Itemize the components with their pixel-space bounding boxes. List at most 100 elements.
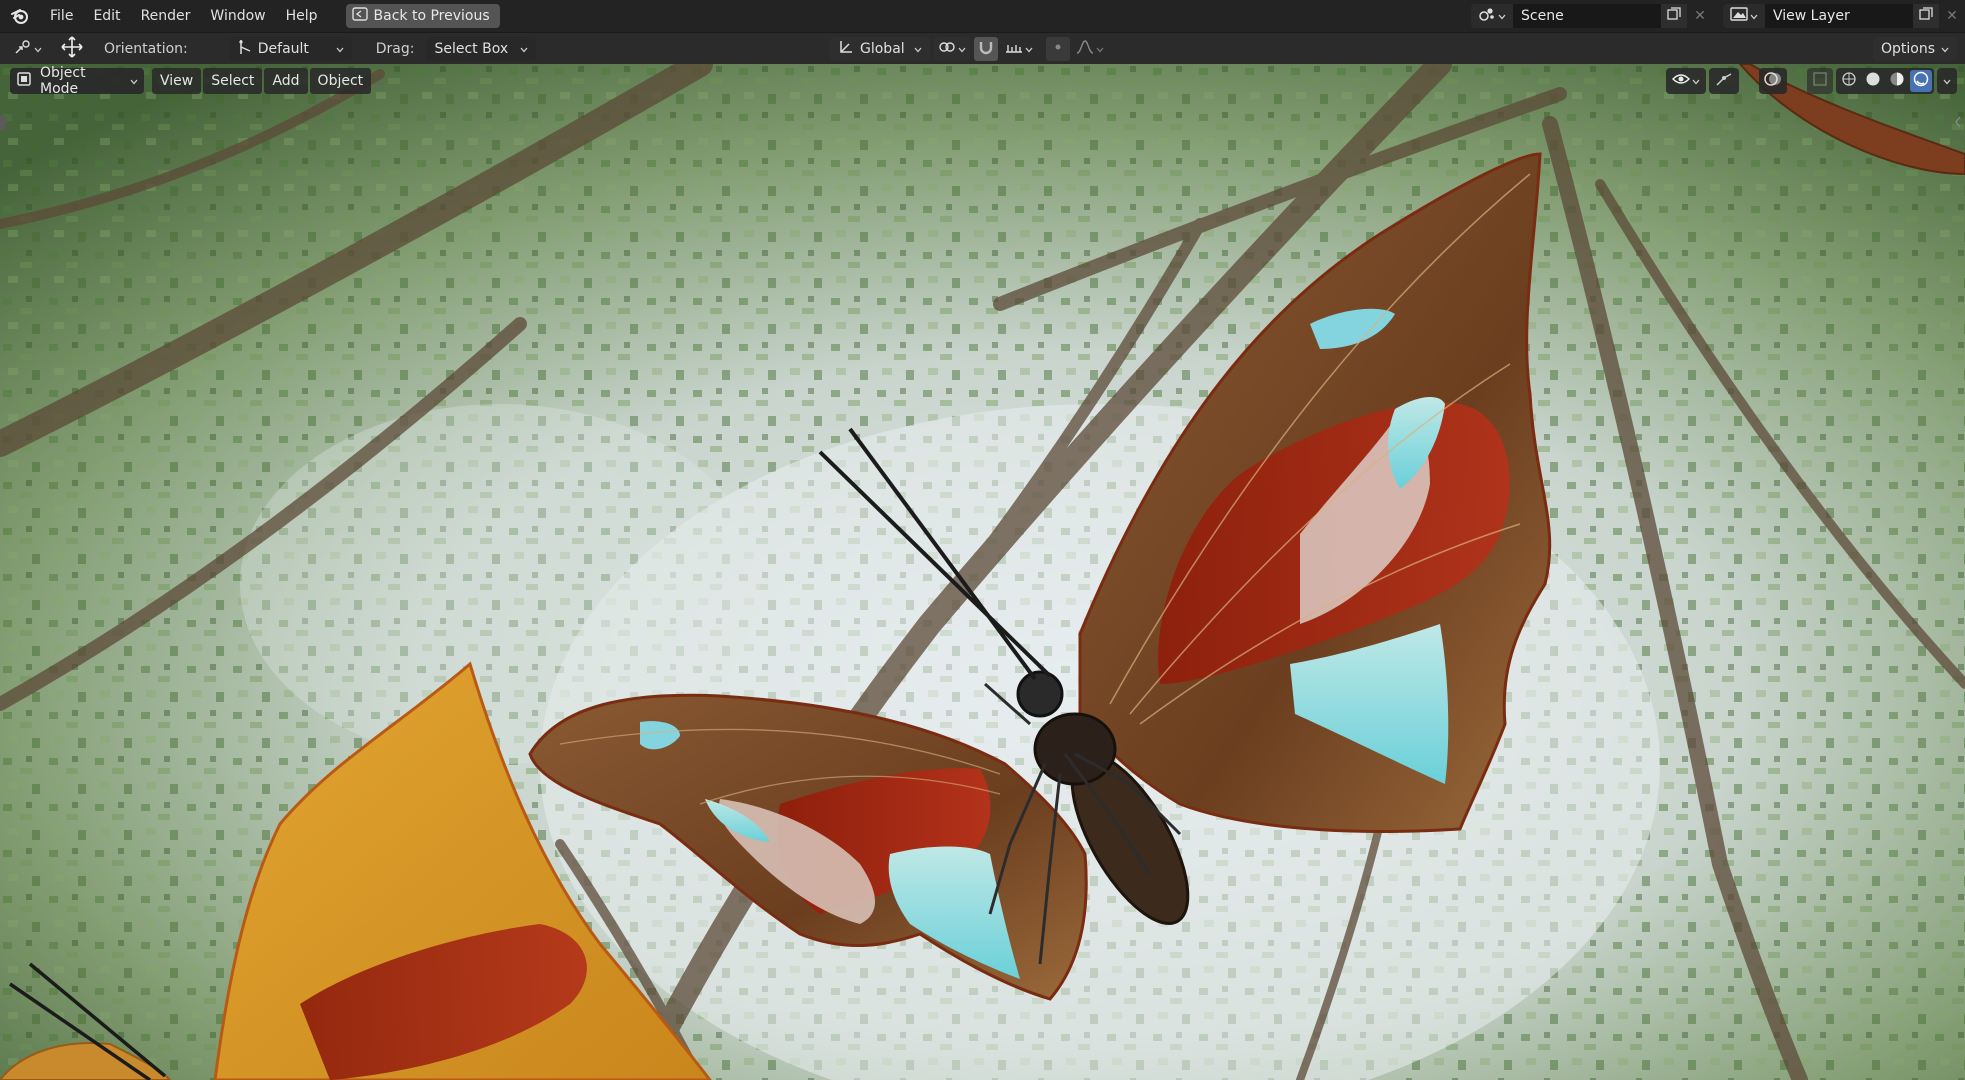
chevron-left-icon [1954, 116, 1962, 132]
orientation-value: Default [257, 40, 309, 57]
duplicate-icon [1667, 7, 1681, 25]
chevron-down-icon [34, 41, 42, 57]
orientation-label: Orientation: [104, 40, 188, 57]
tool-selector[interactable] [10, 37, 46, 61]
drag-label: Drag: [375, 40, 415, 57]
move-arrows-icon [61, 35, 83, 62]
rendered-shading-icon [1913, 71, 1929, 91]
global-axes-icon [838, 39, 854, 59]
view-layer-dropdown[interactable] [1723, 4, 1765, 28]
chevron-down-icon [1498, 8, 1506, 24]
gizmo-toggle[interactable] [1709, 68, 1739, 94]
close-icon: ✕ [1946, 8, 1958, 24]
viewport-menu-object[interactable]: Object [309, 68, 372, 94]
xray-icon [1813, 72, 1827, 90]
falloff-curve-icon [1076, 40, 1094, 58]
move-tool-button[interactable] [56, 35, 88, 62]
scene-icon [1478, 6, 1496, 26]
chevron-down-icon [1025, 41, 1033, 57]
new-scene-button[interactable] [1661, 4, 1687, 28]
gizmo-icon [1715, 71, 1733, 91]
pivot-icon [938, 39, 956, 59]
object-mode-label: Object Mode [40, 65, 86, 97]
orientation-axes-icon [238, 39, 252, 59]
scene-selectors: Scene ✕ View Layer ✕ [1471, 4, 1965, 28]
transform-orientation-value: Global [860, 41, 905, 57]
object-mode-dropdown[interactable]: Object Mode [10, 65, 144, 97]
blender-logo-icon[interactable] [0, 0, 40, 32]
chevron-down-icon [1941, 41, 1949, 57]
visibility-icon [1671, 72, 1691, 90]
snap-increment-icon [1005, 40, 1023, 58]
menu-help[interactable]: Help [276, 4, 328, 28]
3d-viewport[interactable]: Object Mode View Select Add Object [0, 64, 1965, 1080]
pivot-point-dropdown[interactable] [934, 37, 970, 61]
snap-toggle[interactable] [974, 37, 998, 61]
material-shading-button[interactable] [1886, 70, 1908, 92]
chevron-down-icon [1943, 73, 1951, 89]
transform-tool-icon [14, 39, 32, 59]
scene-name-field[interactable]: Scene [1513, 4, 1661, 28]
rendered-butterfly-scene [0, 64, 1965, 1080]
view-layer-name-field[interactable]: View Layer [1765, 4, 1913, 28]
menu-edit[interactable]: Edit [83, 4, 130, 28]
render-layer-icon [1730, 6, 1748, 26]
viewport-header: Object Mode View Select Add Object [10, 65, 372, 97]
solid-shading-icon [1865, 71, 1881, 91]
rendered-shading-button[interactable] [1910, 70, 1932, 92]
menu-window[interactable]: Window [200, 4, 275, 28]
menu-file[interactable]: File [40, 4, 83, 28]
viewport-menu-view[interactable]: View [152, 68, 202, 94]
snap-target-dropdown[interactable] [1002, 37, 1036, 61]
delete-scene-button[interactable]: ✕ [1687, 4, 1713, 28]
chevron-down-icon [520, 41, 528, 57]
shading-mode-group [1836, 68, 1934, 94]
material-shading-icon [1889, 71, 1905, 91]
viewport-display-controls [1666, 68, 1957, 94]
back-to-previous-button[interactable]: Back to Previous [345, 4, 500, 28]
visibility-dropdown[interactable] [1666, 68, 1706, 94]
back-icon [351, 7, 368, 25]
solid-shading-button[interactable] [1862, 70, 1884, 92]
wireframe-shading-icon [1841, 71, 1857, 91]
proportional-dot-icon [1052, 41, 1064, 57]
menu-render[interactable]: Render [131, 4, 201, 28]
overlay-toggle[interactable] [1759, 68, 1787, 94]
scene-selector: Scene ✕ [1471, 4, 1713, 28]
back-button-label: Back to Previous [373, 8, 490, 24]
shading-options-dropdown[interactable] [1937, 68, 1957, 94]
falloff-dropdown[interactable] [1074, 37, 1106, 61]
view-layer-selector: View Layer ✕ [1723, 4, 1965, 28]
new-view-layer-button[interactable] [1913, 4, 1939, 28]
transform-controls: Global [830, 37, 1106, 61]
sidebar-expand-arrow[interactable] [1953, 116, 1963, 132]
chevron-down-icon [1750, 8, 1758, 24]
xray-toggle[interactable] [1807, 68, 1833, 94]
viewport-menu-select[interactable]: Select [203, 68, 263, 94]
close-icon: ✕ [1694, 8, 1706, 24]
drag-value: Select Box [434, 40, 509, 57]
object-mode-icon [16, 71, 32, 91]
chevron-down-icon [1692, 73, 1700, 89]
chevron-down-icon [336, 41, 344, 57]
orientation-dropdown[interactable]: Default [229, 36, 352, 61]
scene-dropdown[interactable] [1471, 4, 1513, 28]
proportional-editing-toggle[interactable] [1046, 37, 1070, 61]
delete-view-layer-button[interactable]: ✕ [1939, 4, 1965, 28]
options-dropdown[interactable]: Options [1872, 37, 1957, 61]
viewport-menu-add[interactable]: Add [264, 68, 308, 94]
top-menu-bar: File Edit Render Window Help Back to Pre… [0, 0, 1965, 32]
chevron-down-icon [130, 73, 138, 89]
chevron-down-icon [958, 41, 966, 57]
drag-dropdown[interactable]: Select Box [426, 36, 537, 61]
duplicate-icon [1919, 7, 1933, 25]
options-label: Options [1880, 41, 1935, 57]
tool-header: Orientation: Default Drag: Select Box Gl… [0, 32, 1965, 64]
transform-orientation-dropdown[interactable]: Global [830, 37, 930, 61]
toolbar-collapse-handle[interactable] [0, 116, 6, 130]
magnet-icon [978, 39, 994, 59]
overlay-icon [1764, 70, 1782, 92]
chevron-down-icon [914, 41, 922, 57]
chevron-down-icon [1096, 41, 1104, 57]
wireframe-shading-button[interactable] [1838, 70, 1860, 92]
